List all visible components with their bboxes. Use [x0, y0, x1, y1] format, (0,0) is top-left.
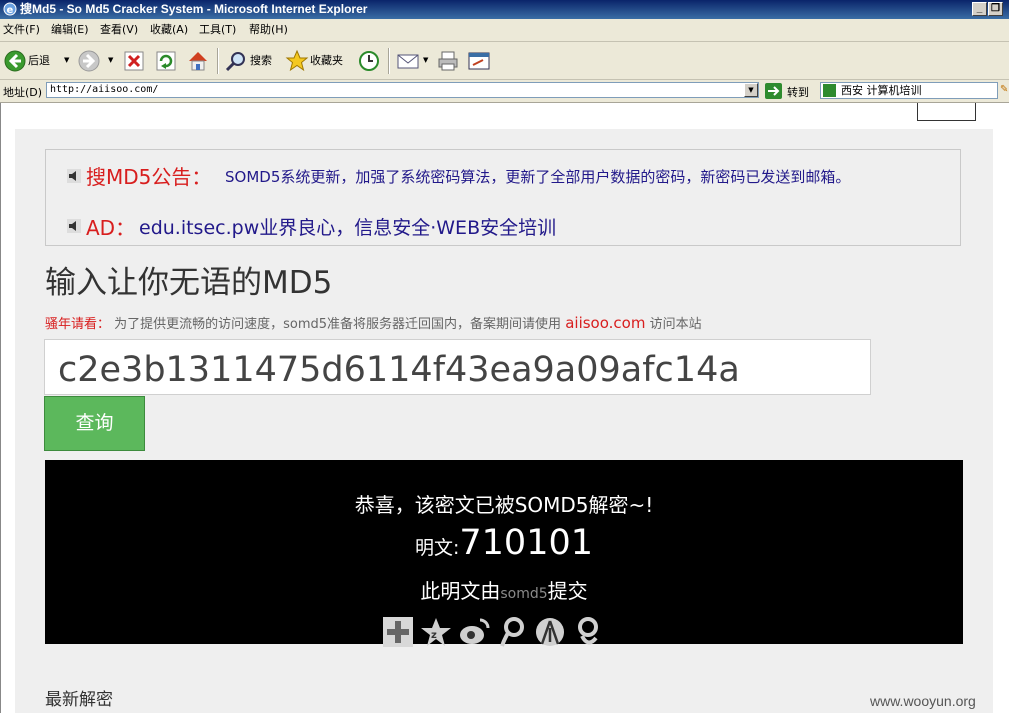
forward-dropdown-icon[interactable]: ▼ [108, 56, 113, 64]
query-button[interactable]: 查询 [44, 396, 145, 451]
tip-link[interactable]: aiisoo.com [565, 314, 645, 332]
notice-tip: 骚年请看： 为了提供更流畅的访问速度，somd5准备将服务器迁回国内，备案期间请… [45, 313, 702, 332]
notice-text: SOMD5系统更新，加强了系统密码算法，更新了全部用户数据的密码，新密码已发送到… [225, 168, 851, 186]
mail-dropdown-icon[interactable]: ▼ [423, 56, 428, 64]
favorites-star-icon [285, 49, 309, 72]
toolbar: 后退 ▼ ▼ 搜索 收藏夹 ▼ [0, 42, 1009, 80]
page-content: 搜MD5公告： SOMD5系统更新，加强了系统密码算法，更新了全部用户数据的密码… [0, 103, 1009, 713]
ie-app-icon: e [3, 2, 17, 16]
menu-view[interactable]: 查看(V) [100, 19, 138, 41]
page-border [0, 103, 1, 713]
tip-text: 为了提供更流畅的访问速度，somd5准备将服务器迁回国内，备案期间请使用 [110, 317, 566, 332]
menu-tools[interactable]: 工具(T) [199, 19, 236, 41]
search-go-icon[interactable]: ✎ [1000, 84, 1009, 96]
menu-edit[interactable]: 编辑(E) [51, 19, 89, 41]
notice-box: 搜MD5公告： SOMD5系统更新，加强了系统密码算法，更新了全部用户数据的密码… [45, 149, 961, 246]
refresh-icon[interactable] [154, 49, 178, 73]
window-title: 搜Md5 - So Md5 Cracker System - Microsoft… [20, 2, 368, 16]
stop-icon[interactable] [122, 49, 146, 73]
menu-help[interactable]: 帮助(H) [249, 19, 288, 41]
restore-button[interactable]: ❐ [988, 2, 1003, 16]
search-toolbar-input[interactable]: 西安 计算机培训 [820, 82, 998, 99]
search-label: 搜索 [250, 54, 272, 67]
print-icon[interactable] [436, 49, 460, 73]
main-panel: 搜MD5公告： SOMD5系统更新，加强了系统密码算法，更新了全部用户数据的密码… [15, 129, 993, 713]
result-message: 恭喜，该密文已被SOMD5解密~! [354, 493, 654, 517]
search-toolbar-value: 西安 计算机培训 [841, 84, 922, 97]
address-dropdown-icon[interactable]: ▼ [744, 83, 758, 97]
plaintext-line: 明文:710101 [45, 523, 963, 563]
plaintext-value: 710101 [459, 523, 593, 563]
search-magnifier-icon [225, 52, 245, 72]
submitter-prefix: 此明文由 [420, 579, 501, 603]
result-panel: 恭喜，该密文已被SOMD5解密~! 明文:710101 此明文由somd5提交 … [45, 460, 963, 647]
plus-share-icon[interactable] [382, 616, 414, 648]
speaker-icon [67, 219, 81, 233]
mail-icon[interactable] [396, 49, 420, 73]
menu-favorites[interactable]: 收藏(A) [150, 19, 188, 41]
tencent-weibo-icon[interactable] [496, 616, 528, 648]
tip-suffix: 访问本站 [645, 317, 702, 332]
toolbar-separator [388, 48, 390, 74]
recent-decrypt-heading: 最新解密 [45, 690, 113, 710]
toolbar-separator [217, 48, 219, 74]
menu-file[interactable]: 文件(F) [3, 19, 40, 41]
address-bar: 地址(D) http://aiisoo.com/ ▼ 转到 西安 计算机培训 ✎ [0, 80, 1009, 103]
minimize-button[interactable]: _ [972, 2, 987, 16]
forward-arrow-icon[interactable] [77, 49, 101, 73]
svg-text:z: z [431, 630, 437, 641]
watermark: www.wooyun.org [870, 693, 976, 709]
back-arrow-icon [4, 50, 26, 72]
search-engine-icon [823, 84, 836, 97]
address-label: 地址(D) [3, 86, 43, 99]
favorites-label: 收藏夹 [310, 54, 343, 67]
submitter-name[interactable]: somd5 [500, 586, 547, 602]
history-icon[interactable] [357, 49, 381, 73]
back-label: 后退 [28, 54, 50, 67]
ad-label: AD： [86, 216, 136, 240]
top-right-box [917, 103, 976, 121]
ad-text[interactable]: edu.itsec.pw业界良心，信息安全·WEB安全培训 [139, 213, 556, 240]
submitter-line: 此明文由somd5提交 [45, 575, 963, 604]
tip-label: 骚年请看： [45, 317, 111, 332]
window-titlebar[interactable]: e 搜Md5 - So Md5 Cracker System - Microso… [0, 0, 1009, 19]
renren-icon[interactable] [534, 616, 566, 648]
menu-bar: 文件(F) 编辑(E) 查看(V) 收藏(A) 工具(T) 帮助(H) [0, 19, 1009, 42]
page-title: 输入让你无语的MD5 [45, 265, 333, 301]
address-input[interactable]: http://aiisoo.com/ [46, 82, 759, 98]
go-button[interactable]: 转到 [787, 84, 809, 100]
plaintext-label: 明文: [414, 537, 460, 559]
notice-label: 搜MD5公告： [86, 165, 212, 189]
weibo-icon[interactable] [458, 616, 490, 648]
kaixin-icon[interactable] [572, 616, 604, 648]
go-arrow-icon[interactable] [765, 83, 782, 99]
qzone-star-icon[interactable]: z [420, 616, 452, 648]
speaker-icon [67, 169, 81, 183]
edit-page-icon[interactable] [467, 49, 491, 73]
home-icon[interactable] [186, 49, 210, 73]
hash-input[interactable]: c2e3b1311475d6114f43ea9a09afc14a [44, 339, 871, 395]
svg-text:e: e [7, 5, 14, 16]
submitter-suffix: 提交 [547, 579, 588, 603]
back-dropdown-icon[interactable]: ▼ [64, 56, 69, 64]
